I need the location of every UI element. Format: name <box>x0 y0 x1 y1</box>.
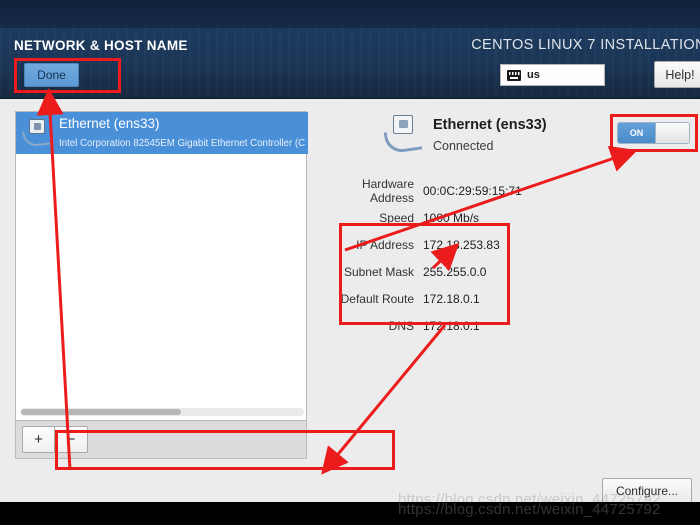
device-list[interactable]: Ethernet (ens33) Intel Corporation 82545… <box>15 111 308 421</box>
keyboard-layout-indicator[interactable]: us <box>500 64 605 86</box>
ethernet-icon <box>22 118 53 148</box>
device-detail-name: Ethernet (ens33) <box>433 117 547 133</box>
detail-label: Default Route <box>340 291 414 306</box>
installer-screen: CENTOS LINUX 7 INSTALLATION NETWORK & HO… <box>0 0 700 525</box>
detail-value: 255.255.0.0 <box>423 264 487 279</box>
ethernet-icon <box>383 115 425 155</box>
keyboard-icon <box>507 69 521 81</box>
device-list-toolbar: + − <box>15 421 307 459</box>
help-button[interactable]: Help! <box>654 61 700 88</box>
detail-value: 172.18.0.1 <box>423 291 480 306</box>
device-detail-header: Ethernet (ens33) Connected <box>383 115 547 155</box>
detail-label: Subnet Mask <box>343 264 414 279</box>
device-connection-status: Connected <box>433 139 494 153</box>
detail-label: Hardware Address <box>361 176 414 205</box>
detail-row: IP Address 172.18.253.83 <box>318 231 648 258</box>
remove-device-button[interactable]: − <box>55 426 88 453</box>
device-detail-table: Hardware Address 00:0C:29:59:15:71 Speed… <box>318 177 648 339</box>
page-title: NETWORK & HOST NAME <box>14 38 188 53</box>
keyboard-layout-label: us <box>527 69 540 81</box>
done-button[interactable]: Done <box>24 63 79 87</box>
detail-label: Speed <box>379 210 414 225</box>
detail-row: Subnet Mask 255.255.0.0 <box>318 258 648 285</box>
toggle-on-label: ON <box>618 123 655 143</box>
add-device-button[interactable]: + <box>22 426 55 453</box>
network-on-off-toggle[interactable]: ON <box>617 122 690 144</box>
detail-row: DNS 172.18.0.1 <box>318 312 648 339</box>
watermark-text-overlay: https://blog.csdn.net/weixin_44725792 <box>398 501 661 518</box>
installation-title: CENTOS LINUX 7 INSTALLATION <box>471 37 700 53</box>
device-name: Ethernet (ens33) <box>59 116 160 131</box>
detail-value: 00:0C:29:59:15:71 <box>423 183 522 198</box>
main-content: Ethernet (ens33) Intel Corporation 82545… <box>0 99 700 504</box>
detail-row: Hardware Address 00:0C:29:59:15:71 <box>318 176 648 205</box>
detail-value: 172.18.0.1 <box>423 318 480 333</box>
device-description: Intel Corporation 82545EM Gigabit Ethern… <box>59 138 306 149</box>
toggle-knob[interactable] <box>655 123 689 143</box>
detail-label: IP Address <box>356 237 414 252</box>
detail-value: 172.18.253.83 <box>423 237 500 252</box>
list-item[interactable]: Ethernet (ens33) Intel Corporation 82545… <box>16 112 308 154</box>
scrollbar-thumb[interactable] <box>21 409 181 415</box>
detail-value: 1000 Mb/s <box>423 210 480 225</box>
window-top-strip <box>0 0 700 28</box>
device-list-hscrollbar[interactable] <box>20 408 304 416</box>
detail-row: Default Route 172.18.0.1 <box>318 285 648 312</box>
detail-label: DNS <box>388 318 414 333</box>
detail-row: Speed 1000 Mb/s <box>318 204 648 231</box>
